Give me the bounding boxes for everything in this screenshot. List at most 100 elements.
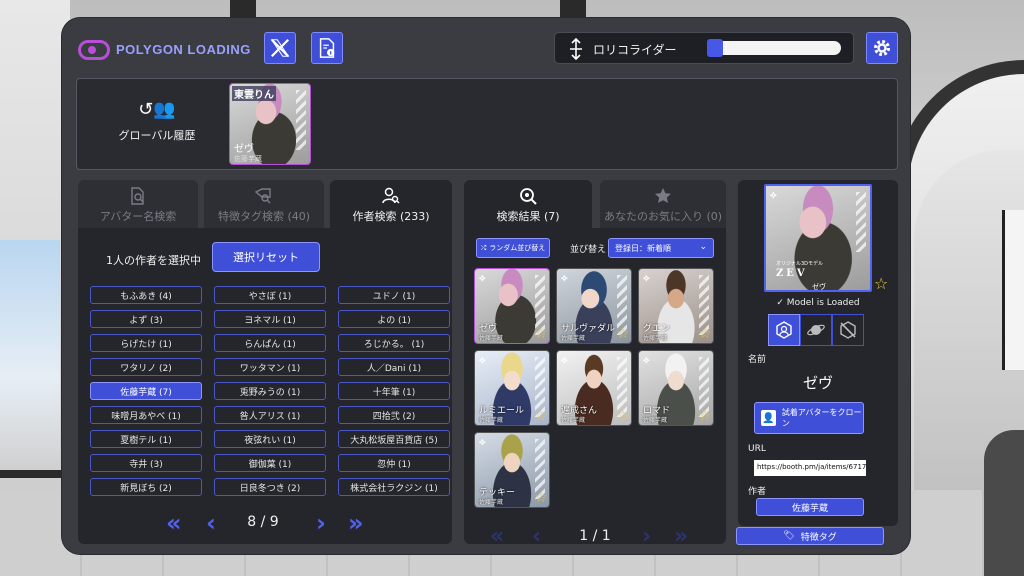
favorite-star-icon[interactable]: ☆	[616, 327, 629, 341]
first-page-icon[interactable]: «	[166, 510, 182, 536]
clone-trial-avatar-button[interactable]: 👤 試着アバターをクローン	[754, 402, 864, 434]
author-filter-button[interactable]: 夜弦れい (1)	[214, 430, 326, 448]
avatar-result-card[interactable]: ⟡ 遍成さん 佐藤芋蔵 ☆	[556, 350, 632, 426]
author-filter-button[interactable]: らげたけ (1)	[90, 334, 202, 352]
thumbnail-stripes	[856, 192, 866, 252]
feature-tag-label: 特徴タグ	[800, 532, 837, 543]
author-filter-button[interactable]: 忽仲 (1)	[338, 454, 450, 472]
favorite-star-icon[interactable]: ☆	[534, 491, 547, 505]
last-page-icon[interactable]: »	[348, 510, 364, 536]
tab-avatar-name-search[interactable]: アバター名検索	[78, 180, 198, 230]
author-filter-button[interactable]: 佐藤芋蔵 (7)	[90, 382, 202, 400]
x-social-button[interactable]	[264, 32, 296, 64]
background-beam	[560, 0, 586, 18]
url-field[interactable]: https://booth.pm/ja/items/6717	[754, 460, 866, 476]
next-page-icon[interactable]: ›	[642, 524, 651, 549]
info-document-button[interactable]	[311, 32, 343, 64]
avatar-result-card[interactable]: ⟡ テッキー 佐藤芋蔵 ☆	[474, 432, 550, 508]
hide-avatar-button[interactable]	[832, 314, 864, 346]
result-card-author: 佐藤芋蔵	[561, 417, 586, 424]
author-filter-button[interactable]: 寺井 (3)	[90, 454, 202, 472]
random-sort-button[interactable]: ⤮ ランダム並び替え	[476, 238, 550, 258]
avatar-view-button[interactable]	[768, 314, 800, 346]
avatar-result-card[interactable]: ⟡ ロマド 佐藤芋蔵 ☆	[638, 350, 714, 426]
author-filter-button[interactable]: 日良冬つき (2)	[214, 478, 326, 496]
author-filter-button[interactable]: ワタリノ (2)	[90, 358, 202, 376]
search-icon	[520, 188, 537, 205]
slider-thumb[interactable]	[707, 39, 723, 57]
history-avatar-card[interactable]: 東雲りん ゼヴ 佐藤芋蔵	[229, 83, 311, 165]
first-page-icon[interactable]: «	[490, 524, 504, 549]
avatar-result-card[interactable]: ⟡ グエン 佐藤芋蔵 ☆	[638, 268, 714, 344]
model-loaded-status: ✓ Model is Loaded	[776, 298, 860, 308]
url-label: URL	[748, 444, 766, 454]
prev-page-icon[interactable]: ‹	[532, 524, 541, 549]
author-filter-button[interactable]: 新見ぼち (2)	[90, 478, 202, 496]
author-filter-button[interactable]: 人／Dani (1)	[338, 358, 450, 376]
avatar-clone-icon: 👤	[761, 410, 776, 426]
height-adjust-icon	[570, 38, 582, 60]
author-filter-button[interactable]: 株式会社ラクジン (1)	[338, 478, 450, 496]
document-info-icon	[319, 38, 335, 58]
favorite-star-icon[interactable]: ☆	[874, 274, 888, 293]
favorite-star-icon[interactable]: ☆	[698, 409, 711, 423]
brand-mark-icon: ⟡	[770, 190, 777, 201]
author-filter-button[interactable]: 咎人アリス (1)	[214, 406, 326, 424]
result-card-author: 佐藤芋蔵	[479, 417, 504, 424]
avatar-off-icon	[840, 321, 856, 339]
author-filter-button[interactable]: 大丸松坂屋百貨店 (5)	[338, 430, 450, 448]
author-filter-button[interactable]: ろじかる。 (1)	[338, 334, 450, 352]
author-filter-button[interactable]: ヨネマル (1)	[214, 310, 326, 328]
document-search-icon	[131, 187, 144, 205]
author-filter-button[interactable]: ユドノ (1)	[338, 286, 450, 304]
prev-page-icon[interactable]: ‹	[206, 510, 216, 536]
world-view-button[interactable]	[800, 314, 832, 346]
background-beam	[0, 470, 62, 478]
tab-label: 作者検索 (233)	[352, 210, 430, 223]
author-label: 作者	[748, 487, 767, 497]
detail-thumbnail: ⟡ オリジナル3Dモデル ZEV ゼヴ	[764, 184, 872, 292]
author-filter-button[interactable]: 御伽葉 (1)	[214, 454, 326, 472]
author-filter-button[interactable]: ワッタマン (1)	[214, 358, 326, 376]
author-link-button[interactable]: 佐藤芋蔵	[756, 498, 864, 516]
tab-feature-tag-search[interactable]: 特徴タグ検索 (40)	[204, 180, 324, 230]
page-indicator: 8 / 9	[247, 514, 279, 530]
author-filter-button[interactable]: もふあき (4)	[90, 286, 202, 304]
author-filter-button[interactable]: よず (3)	[90, 310, 202, 328]
thumbnail-stripes	[296, 90, 306, 150]
tab-author-search[interactable]: 作者検索 (233)	[330, 180, 452, 230]
settings-button[interactable]	[866, 32, 898, 64]
last-page-icon[interactable]: »	[674, 524, 688, 549]
favorite-star-icon[interactable]: ☆	[698, 327, 711, 341]
favorite-star-icon[interactable]: ☆	[534, 327, 547, 341]
sort-dropdown[interactable]: 登録日：新着順 ⌄	[608, 238, 714, 258]
history-card-title: 東雲りん	[232, 86, 276, 101]
author-filter-button[interactable]: よの (1)	[338, 310, 450, 328]
thumbnail-subtitle: オリジナル3Dモデル	[776, 261, 824, 267]
author-filter-button[interactable]: 十年筆 (1)	[338, 382, 450, 400]
global-history-strip: ↺👥 グローバル履歴 東雲りん ゼヴ 佐藤芋蔵	[76, 78, 898, 170]
next-page-icon[interactable]: ›	[316, 510, 326, 536]
reset-selection-button[interactable]: 選択リセット	[212, 242, 320, 272]
avatar-result-card[interactable]: ⟡ サルヴァダル 佐藤芋蔵 ☆	[556, 268, 632, 344]
author-filter-button[interactable]: 四拾弐 (2)	[338, 406, 450, 424]
background-sign	[1002, 210, 1024, 370]
avatar-result-card[interactable]: ⟡ ゼヴ 佐藤芋蔵 ☆	[474, 268, 550, 344]
tab-favorites[interactable]: あなたのお気に入り (0)	[600, 180, 726, 230]
author-filter-button[interactable]: 夏樹テル (1)	[90, 430, 202, 448]
author-filter-button[interactable]: 兎野みうの (1)	[214, 382, 326, 400]
author-filter-button[interactable]: やさぼ (1)	[214, 286, 326, 304]
search-left-column: アバター名検索 特徴タグ検索 (40) 作者検索 (233) 1人の作者を選択中…	[78, 180, 452, 544]
tab-search-results[interactable]: 検索結果 (7)	[464, 180, 592, 230]
avatar-result-card[interactable]: ⟡ ルミエール 佐藤芋蔵 ☆	[474, 350, 550, 426]
collider-slider[interactable]	[707, 39, 841, 57]
clone-button-label: 試着アバターをクローン	[781, 408, 862, 428]
feature-tag-button[interactable]: 🏷 特徴タグ	[736, 527, 884, 545]
author-filter-button[interactable]: 味噌月あやべ (1)	[90, 406, 202, 424]
page-indicator: 1 / 1	[579, 528, 611, 544]
author-filter-button[interactable]: らんぱん (1)	[214, 334, 326, 352]
favorite-star-icon[interactable]: ☆	[534, 409, 547, 423]
favorite-star-icon[interactable]: ☆	[616, 409, 629, 423]
name-label: 名前	[748, 355, 767, 365]
tab-label: 検索結果 (7)	[496, 210, 560, 223]
